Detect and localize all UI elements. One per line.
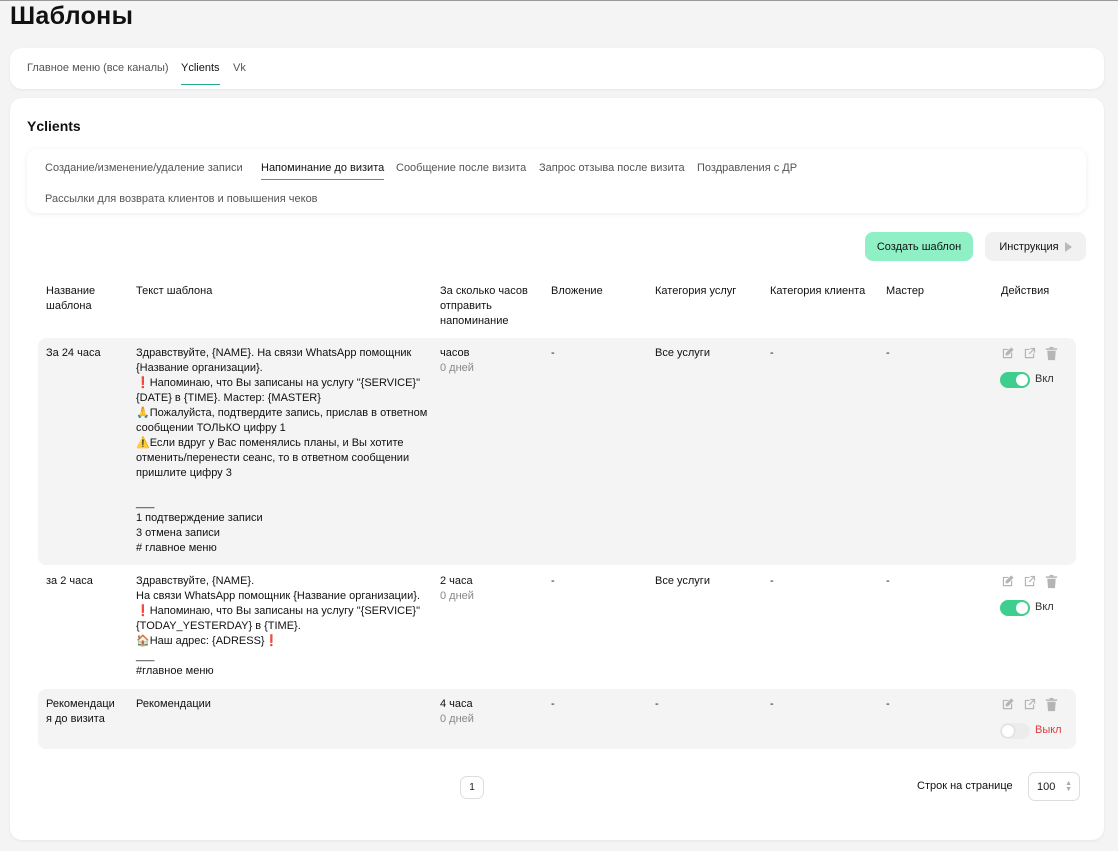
row-client-category: - bbox=[770, 347, 774, 359]
subtab-reminder[interactable]: Напоминание до визита bbox=[261, 162, 385, 180]
row-hours-value: 4 часа bbox=[440, 698, 473, 710]
row-service-category: Все услуги bbox=[655, 575, 710, 587]
row-actions bbox=[1000, 697, 1059, 712]
status-label: Вкл bbox=[1035, 601, 1054, 613]
row-service-category: - bbox=[655, 698, 659, 710]
subtab-review-request[interactable]: Запрос отзыва после визита bbox=[539, 162, 685, 174]
subtab-mailings[interactable]: Рассылки для возврата клиентов и повышен… bbox=[45, 193, 318, 205]
row-master: - bbox=[886, 575, 890, 587]
trash-icon[interactable] bbox=[1044, 697, 1059, 712]
external-link-icon[interactable] bbox=[1022, 346, 1037, 361]
rows-per-page-label: Строк на странице bbox=[917, 780, 1013, 792]
row-hours: 4 часа 0 дней bbox=[440, 697, 474, 727]
status-toggle[interactable] bbox=[1000, 723, 1030, 739]
rows-per-page-value: 100 bbox=[1037, 780, 1056, 793]
row-master: - bbox=[886, 347, 890, 359]
row-attachment: - bbox=[551, 347, 555, 359]
row-hours-value: часов bbox=[440, 347, 470, 359]
subtab-birthday[interactable]: Поздравления с ДР bbox=[697, 162, 797, 174]
status-label: Вкл bbox=[1035, 373, 1054, 385]
templates-card: Yclients Создание/изменение/удаление зап… bbox=[10, 98, 1104, 840]
row-name: за 2 часа bbox=[46, 575, 93, 587]
row-text: Здравствуйте, {NAME}. На связи WhatsApp … bbox=[136, 347, 428, 554]
create-template-button[interactable]: Создать шаблон bbox=[865, 232, 973, 261]
section-title: Yclients bbox=[27, 118, 81, 134]
channel-tabs: Главное меню (все каналы) Yclients Vk bbox=[10, 48, 1104, 89]
instruction-button[interactable]: Инструкция bbox=[985, 232, 1086, 261]
row-client-category: - bbox=[770, 575, 774, 587]
row-name: За 24 часа bbox=[46, 347, 101, 359]
row-days-value: 0 дней bbox=[440, 362, 474, 374]
subtab-after-visit[interactable]: Сообщение после визита bbox=[396, 162, 526, 174]
edit-icon[interactable] bbox=[1000, 346, 1015, 361]
status-toggle[interactable] bbox=[1000, 600, 1030, 616]
external-link-icon[interactable] bbox=[1022, 697, 1037, 712]
header-hours: За сколько часов отправить напоминание bbox=[440, 285, 528, 327]
status-toggle[interactable] bbox=[1000, 372, 1030, 388]
header-actions: Действия bbox=[1001, 285, 1050, 297]
row-days-value: 0 дней bbox=[440, 590, 474, 602]
top-border bbox=[0, 0, 1118, 1]
row-hours-value: 2 часа bbox=[440, 575, 473, 587]
category-tabs: Создание/изменение/удаление записи Напом… bbox=[27, 149, 1086, 213]
header-client-category: Категория клиента bbox=[770, 285, 866, 297]
tab-main-menu[interactable]: Главное меню (все каналы) bbox=[27, 62, 169, 74]
row-attachment: - bbox=[551, 575, 555, 587]
header-master: Мастер bbox=[886, 285, 925, 297]
pagination-page-button[interactable]: 1 bbox=[460, 776, 484, 799]
external-link-icon[interactable] bbox=[1022, 574, 1037, 589]
instruction-label: Инструкция bbox=[999, 240, 1059, 253]
toggle-knob bbox=[1016, 374, 1028, 386]
rows-per-page-select[interactable]: 100 ▲ ▼ bbox=[1028, 772, 1080, 801]
header-attachment: Вложение bbox=[551, 285, 603, 297]
edit-icon[interactable] bbox=[1000, 574, 1015, 589]
row-hours: 2 часа 0 дней bbox=[440, 574, 474, 604]
row-actions bbox=[1000, 574, 1059, 589]
header-text: Текст шаблона bbox=[136, 285, 213, 297]
header-name: Название шаблона bbox=[46, 285, 96, 312]
status-label: Выкл bbox=[1035, 724, 1062, 736]
tab-vk[interactable]: Vk bbox=[233, 62, 246, 74]
row-service-category: Все услуги bbox=[655, 347, 710, 359]
row-client-category: - bbox=[770, 698, 774, 710]
header-service-category: Категория услуг bbox=[655, 285, 737, 297]
row-master: - bbox=[886, 698, 890, 710]
subtab-record-changes[interactable]: Создание/изменение/удаление записи bbox=[45, 162, 243, 174]
play-icon bbox=[1064, 241, 1072, 252]
page-title: Шаблоны bbox=[10, 2, 134, 30]
row-days-value: 0 дней bbox=[440, 713, 474, 725]
tab-yclients[interactable]: Yclients bbox=[181, 62, 220, 85]
row-text: Рекомендации bbox=[136, 698, 211, 710]
toggle-knob bbox=[1016, 602, 1028, 614]
chevron-updown-icon: ▲ ▼ bbox=[1065, 780, 1072, 793]
row-name: Рекомендаци я до визита bbox=[46, 698, 115, 725]
toggle-knob bbox=[1002, 725, 1014, 737]
trash-icon[interactable] bbox=[1044, 574, 1059, 589]
row-actions bbox=[1000, 346, 1059, 361]
row-hours: часов 0 дней bbox=[440, 346, 474, 376]
row-text: Здравствуйте, {NAME}. На связи WhatsApp … bbox=[136, 575, 420, 677]
edit-icon[interactable] bbox=[1000, 697, 1015, 712]
row-attachment: - bbox=[551, 698, 555, 710]
trash-icon[interactable] bbox=[1044, 346, 1059, 361]
